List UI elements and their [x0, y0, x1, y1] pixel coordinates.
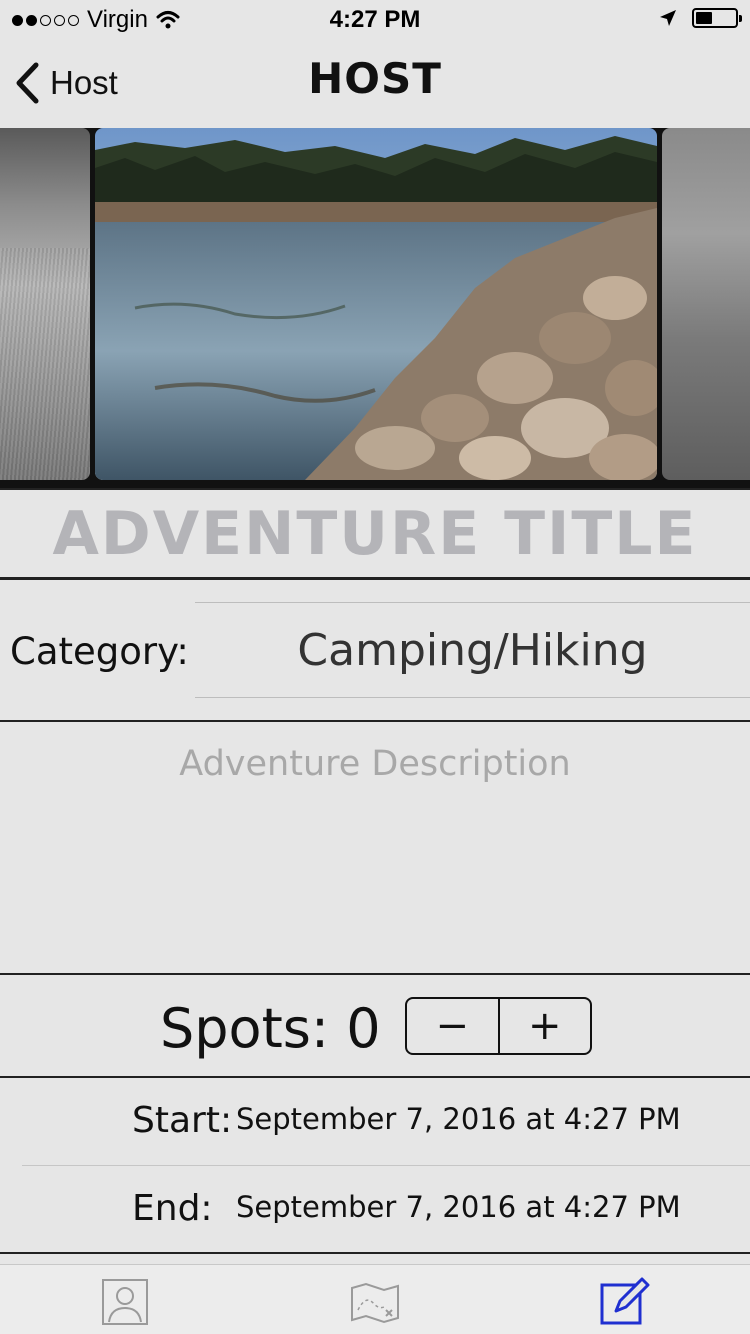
tab-bar	[0, 1264, 750, 1334]
category-value: Camping/Hiking	[297, 624, 648, 676]
page-title: HOST	[308, 54, 442, 103]
end-label: End:	[132, 1188, 213, 1229]
location-arrow-icon	[660, 10, 676, 26]
spots-label: Spots: 0	[160, 997, 381, 1060]
category-label: Category:	[10, 630, 189, 673]
end-date-value[interactable]: September 7, 2016 at 4:27 PM	[236, 1190, 681, 1224]
decrement-button[interactable]: −	[407, 999, 498, 1053]
profile-icon	[102, 1279, 148, 1325]
status-time: 4:27 PM	[329, 6, 421, 33]
status-bar: Virgin 4:27 PM	[0, 0, 750, 40]
compose-icon	[600, 1277, 650, 1325]
lake-photo	[95, 128, 657, 480]
category-picker[interactable]: Camping/Hiking	[195, 602, 750, 698]
spots-stepper[interactable]: − +	[405, 997, 592, 1055]
adventure-title-section	[0, 488, 750, 580]
adventure-title-input[interactable]	[0, 490, 750, 577]
end-date-row[interactable]: End: September 7, 2016 at 4:27 PM	[0, 1166, 750, 1254]
spots-section: Spots: 0 − +	[0, 975, 750, 1078]
tab-compose[interactable]	[600, 1277, 650, 1327]
category-section: Category: Camping/Hiking	[0, 580, 750, 722]
description-section	[0, 722, 750, 975]
treasure-map-icon	[351, 1282, 399, 1324]
increment-button[interactable]: +	[497, 999, 591, 1053]
photo-gallery[interactable]	[0, 128, 750, 488]
gallery-image-previous[interactable]	[0, 128, 90, 480]
gallery-image-current[interactable]	[95, 128, 657, 480]
battery-icon	[692, 8, 742, 28]
tab-profile[interactable]	[100, 1277, 150, 1327]
navigation-bar: Host HOST	[0, 40, 750, 128]
adventure-description-input[interactable]	[0, 722, 750, 973]
start-date-value[interactable]: September 7, 2016 at 4:27 PM	[236, 1102, 681, 1136]
tab-map[interactable]	[350, 1277, 400, 1327]
start-date-row[interactable]: Start: September 7, 2016 at 4:27 PM	[0, 1078, 750, 1166]
status-right	[658, 8, 742, 28]
gallery-image-next[interactable]	[662, 128, 750, 480]
start-label: Start:	[132, 1100, 233, 1141]
